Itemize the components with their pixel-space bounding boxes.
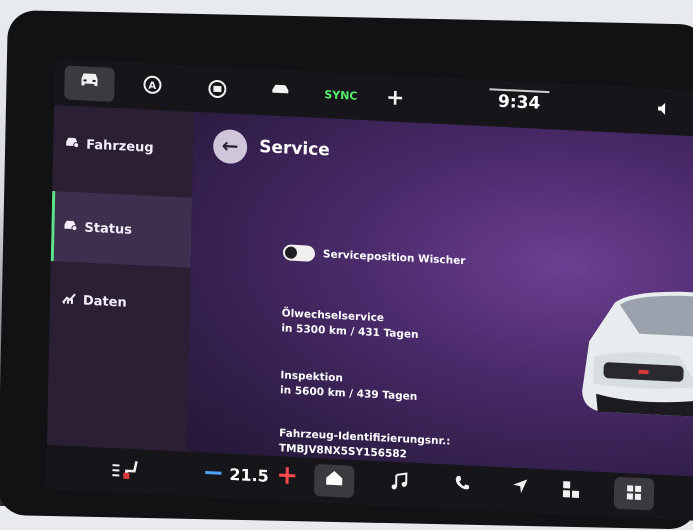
seat-heating-icon[interactable]: [112, 458, 139, 485]
screen-bezel: A SYNC + 9:34 Fahrzeug Status Daten ← Se…: [0, 10, 693, 530]
wiper-service-toggle[interactable]: [282, 244, 316, 262]
home-icon: [325, 470, 343, 491]
svg-text:A: A: [148, 81, 156, 92]
grid-icon: [626, 485, 642, 505]
home-button[interactable]: [313, 464, 355, 498]
vehicle-settings-icon[interactable]: [264, 79, 297, 107]
sidebar-item-label: Fahrzeug: [86, 137, 154, 156]
temperature-value: 21.5: [229, 464, 269, 486]
music-icon[interactable]: [391, 472, 409, 495]
temperature-decrease-button[interactable]: −: [202, 458, 224, 489]
inspection-info: Inspektion in 5600 km / 439 Tagen: [280, 368, 418, 405]
arrow-left-icon: ←: [221, 133, 239, 159]
chart-icon: [62, 292, 76, 309]
auto-hold-off-icon[interactable]: A: [136, 73, 169, 101]
driver-assist-icon[interactable]: [201, 76, 234, 104]
vehicle-image: [582, 291, 693, 420]
sidebar-item-daten[interactable]: Daten: [49, 271, 190, 334]
phone-icon[interactable]: [454, 475, 470, 496]
car-gear-icon: [65, 136, 80, 153]
sidebar-item-label: Daten: [82, 293, 127, 311]
clock: 9:34: [497, 91, 541, 114]
sidebar-item-status[interactable]: Status: [50, 190, 193, 268]
service-panel: ← Service Serviceposition Wischer Ölwech…: [186, 111, 693, 478]
sidebar-item-fahrzeug[interactable]: Fahrzeug: [53, 115, 194, 178]
sync-button[interactable]: SYNC: [324, 82, 357, 110]
sidebar: Fahrzeug Status Daten: [46, 104, 194, 452]
infotainment-screen: A SYNC + 9:34 Fahrzeug Status Daten ← Se…: [45, 58, 693, 522]
sidebar-item-label: Status: [84, 220, 133, 238]
toggle-knob: [284, 246, 298, 259]
car-icon[interactable]: [64, 65, 115, 102]
wiper-service-toggle-row[interactable]: Serviceposition Wischer: [282, 244, 466, 269]
navigation-icon[interactable]: [512, 478, 528, 499]
back-button[interactable]: ←: [212, 128, 248, 165]
plus-icon[interactable]: +: [379, 85, 412, 113]
apps-icon[interactable]: [562, 480, 580, 503]
oil-service-info: Ölwechselservice in 5300 km / 431 Tagen: [281, 306, 419, 343]
temperature-increase-button[interactable]: +: [276, 460, 298, 491]
toggle-label: Serviceposition Wischer: [322, 248, 466, 268]
car-gear-icon: [63, 219, 78, 236]
page-title: Service: [258, 137, 331, 161]
volume-icon[interactable]: [656, 100, 672, 121]
